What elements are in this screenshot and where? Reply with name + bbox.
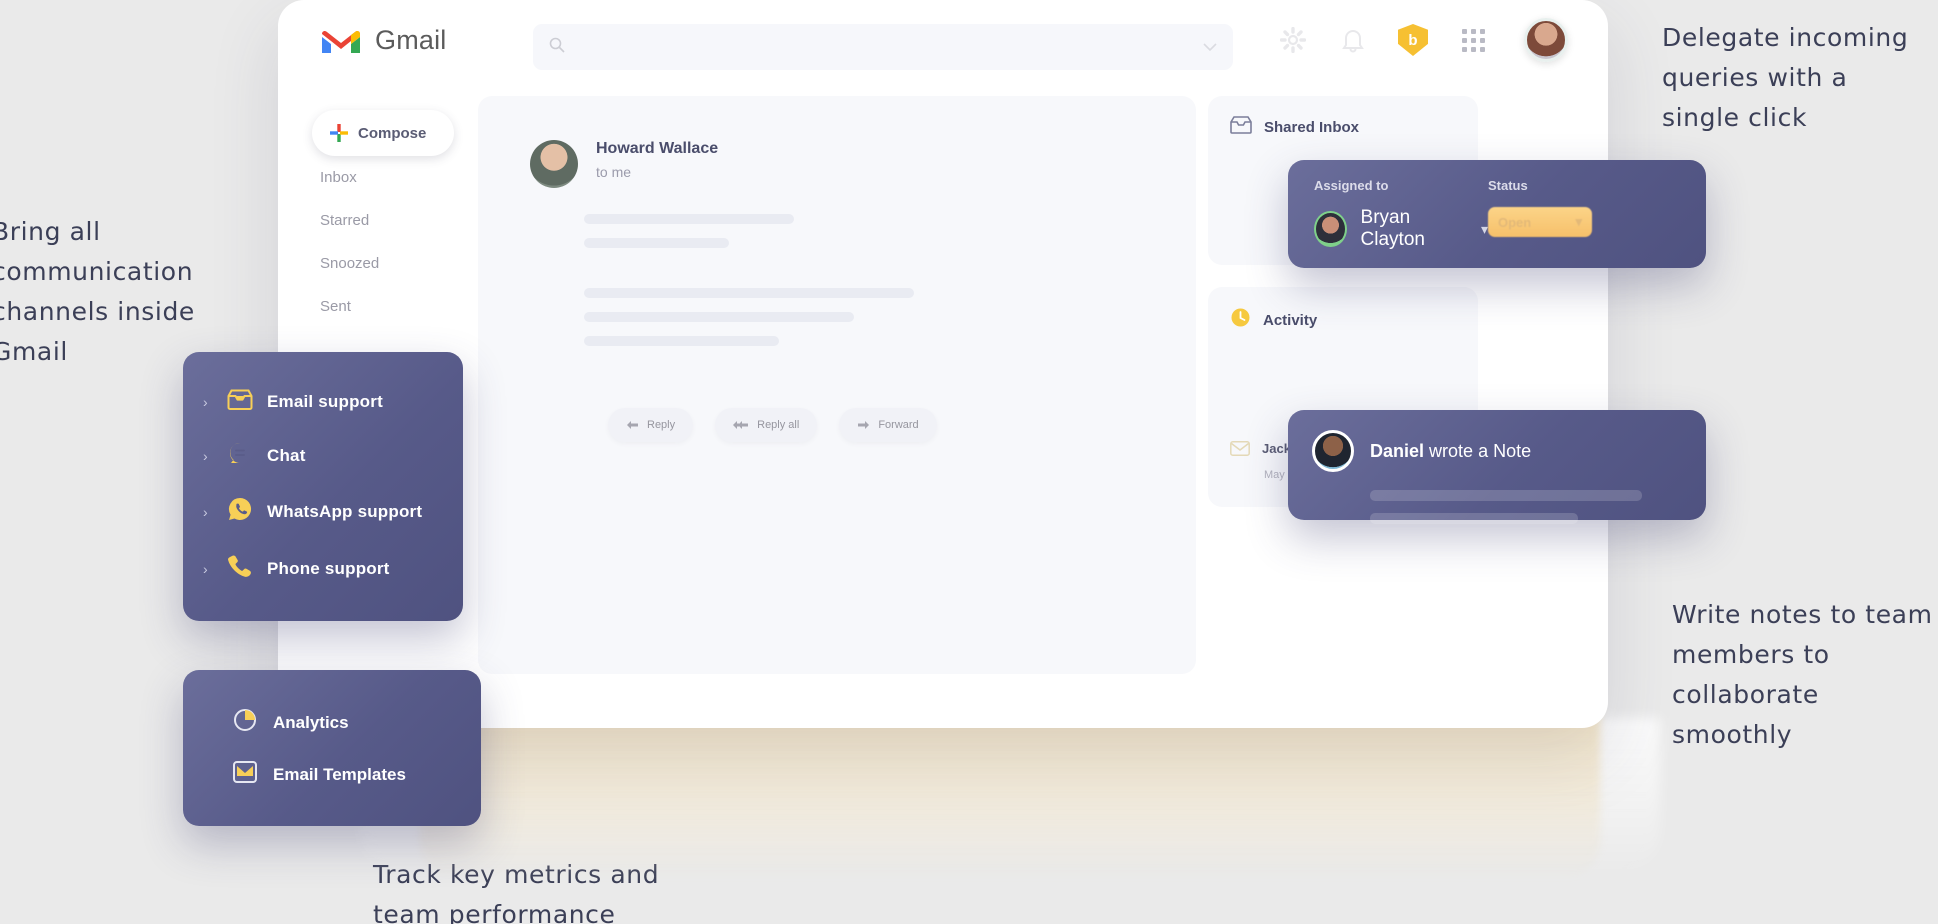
tool-item-analytics[interactable]: Analytics <box>183 696 481 749</box>
status-value: Open <box>1498 214 1532 230</box>
reply-icon <box>627 420 638 429</box>
top-icon-bar: b <box>1278 18 1568 62</box>
chevron-right-icon[interactable]: › <box>203 448 213 464</box>
assignment-card: Assigned to Bryan Clayton ▾ Status Open … <box>1288 160 1706 268</box>
forward-icon <box>858 420 870 429</box>
note-author: Daniel <box>1370 440 1425 461</box>
tool-label: Analytics <box>273 712 349 732</box>
sidebar-item-sent[interactable]: Sent <box>278 285 506 328</box>
tools-card: Analytics Email Templates <box>183 670 481 826</box>
channel-label: Chat <box>267 445 306 465</box>
channel-item-chat[interactable]: › Chat <box>183 428 463 483</box>
gmail-m-logo-icon <box>321 26 361 56</box>
chevron-right-icon[interactable]: › <box>203 394 213 410</box>
shield-badge-label: b <box>1408 31 1418 49</box>
screenshot-root: Bring all communication channels inside … <box>0 0 1938 924</box>
chevron-down-icon[interactable]: ▾ <box>1575 214 1582 230</box>
gear-icon[interactable] <box>1278 25 1308 55</box>
annotation-top-right: Delegate incoming queries with a single … <box>1662 23 1909 132</box>
brand-name: Gmail <box>375 25 447 55</box>
chevron-down-icon[interactable]: ▾ <box>1481 221 1488 238</box>
apps-grid-icon[interactable] <box>1458 25 1488 55</box>
channels-card: › Email support › Chat › WhatsApp suppor… <box>183 352 463 621</box>
activity-entry-author: Jack <box>1262 441 1291 456</box>
inbox-tray-icon <box>227 389 253 415</box>
phone-icon <box>227 553 253 584</box>
compose-button[interactable]: Compose <box>312 110 454 156</box>
chevron-right-icon[interactable]: › <box>203 561 213 577</box>
sidebar-item-starred[interactable]: Starred <box>278 199 506 242</box>
status-badge[interactable]: Open ▾ <box>1488 207 1592 237</box>
compose-label: Compose <box>358 124 427 142</box>
plus-icon <box>330 124 348 142</box>
note-header: Daniel wrote a Note <box>1312 430 1682 472</box>
activity-title: Activity <box>1263 311 1318 329</box>
pie-chart-icon <box>233 708 257 737</box>
chat-bubble-icon <box>227 441 253 470</box>
tool-label: Email Templates <box>273 764 406 784</box>
message-body-placeholder <box>478 188 1196 346</box>
reply-all-label: Reply all <box>757 419 800 431</box>
channel-item-phone-support[interactable]: › Phone support <box>183 540 463 597</box>
search-icon <box>549 37 565 58</box>
message-header: Howard Wallace to me <box>478 96 1196 188</box>
brand: Gmail <box>321 25 447 56</box>
top-bar: Gmail b <box>278 0 1608 92</box>
search-bar[interactable] <box>533 24 1233 70</box>
gmail-window: Gmail b Compose Inbox Starred Snoozed Se… <box>278 0 1608 728</box>
channel-label: Phone support <box>267 558 390 578</box>
sidebar-item-snoozed[interactable]: Snoozed <box>278 242 506 285</box>
note-action: wrote a Note <box>1429 440 1532 461</box>
forward-button[interactable]: Forward <box>839 408 937 442</box>
sidebar: Compose Inbox Starred Snoozed Sent <box>278 92 506 328</box>
activity-note-card: Daniel wrote a Note <box>1288 410 1706 524</box>
bell-icon[interactable] <box>1338 25 1368 55</box>
reply-button[interactable]: Reply <box>608 408 694 442</box>
reply-label: Reply <box>647 419 676 431</box>
assignee-selector[interactable]: Bryan Clayton ▾ <box>1314 207 1488 251</box>
channel-label: WhatsApp support <box>267 501 423 521</box>
status-label: Status <box>1488 178 1528 193</box>
note-author-avatar <box>1312 430 1354 472</box>
forward-label: Forward <box>878 419 919 431</box>
message-pane: Howard Wallace to me Reply Reply all For… <box>478 96 1196 674</box>
shield-badge-icon[interactable]: b <box>1398 24 1428 56</box>
status-field: Status Open ▾ <box>1488 178 1592 268</box>
annotation-bottom-right: Write notes to team members to collabora… <box>1672 600 1933 749</box>
chevron-right-icon[interactable]: › <box>203 504 213 520</box>
user-avatar[interactable] <box>1524 18 1568 62</box>
message-recipient: to me <box>596 164 632 180</box>
sidebar-item-inbox[interactable]: Inbox <box>278 156 506 199</box>
mail-template-icon <box>233 761 257 788</box>
mail-icon <box>1230 441 1250 461</box>
shared-inbox-title: Shared Inbox <box>1264 119 1360 136</box>
assignee-avatar <box>1314 211 1347 247</box>
reply-all-icon <box>733 420 749 429</box>
inbox-tray-icon <box>1230 116 1252 139</box>
assigned-to-label: Assigned to <box>1314 178 1389 193</box>
channel-label: Email support <box>267 392 383 411</box>
sender-avatar <box>530 140 578 188</box>
channel-item-email-support[interactable]: › Email support <box>183 376 463 428</box>
whatsapp-icon <box>227 496 253 527</box>
activity-clock-icon <box>1230 307 1251 333</box>
annotation-left: Bring all communication channels inside … <box>0 217 195 366</box>
message-actions: Reply Reply all Forward <box>478 360 1196 442</box>
assigned-to-field: Assigned to Bryan Clayton ▾ <box>1314 178 1488 268</box>
tool-item-email-templates[interactable]: Email Templates <box>183 749 481 800</box>
channel-item-whatsapp-support[interactable]: › WhatsApp support <box>183 483 463 540</box>
message-sender: Howard Wallace <box>596 140 719 157</box>
assignee-name: Bryan Clayton <box>1360 207 1425 250</box>
reply-all-button[interactable]: Reply all <box>715 408 818 442</box>
search-input[interactable] <box>577 38 1203 56</box>
chevron-down-icon[interactable] <box>1203 38 1217 56</box>
